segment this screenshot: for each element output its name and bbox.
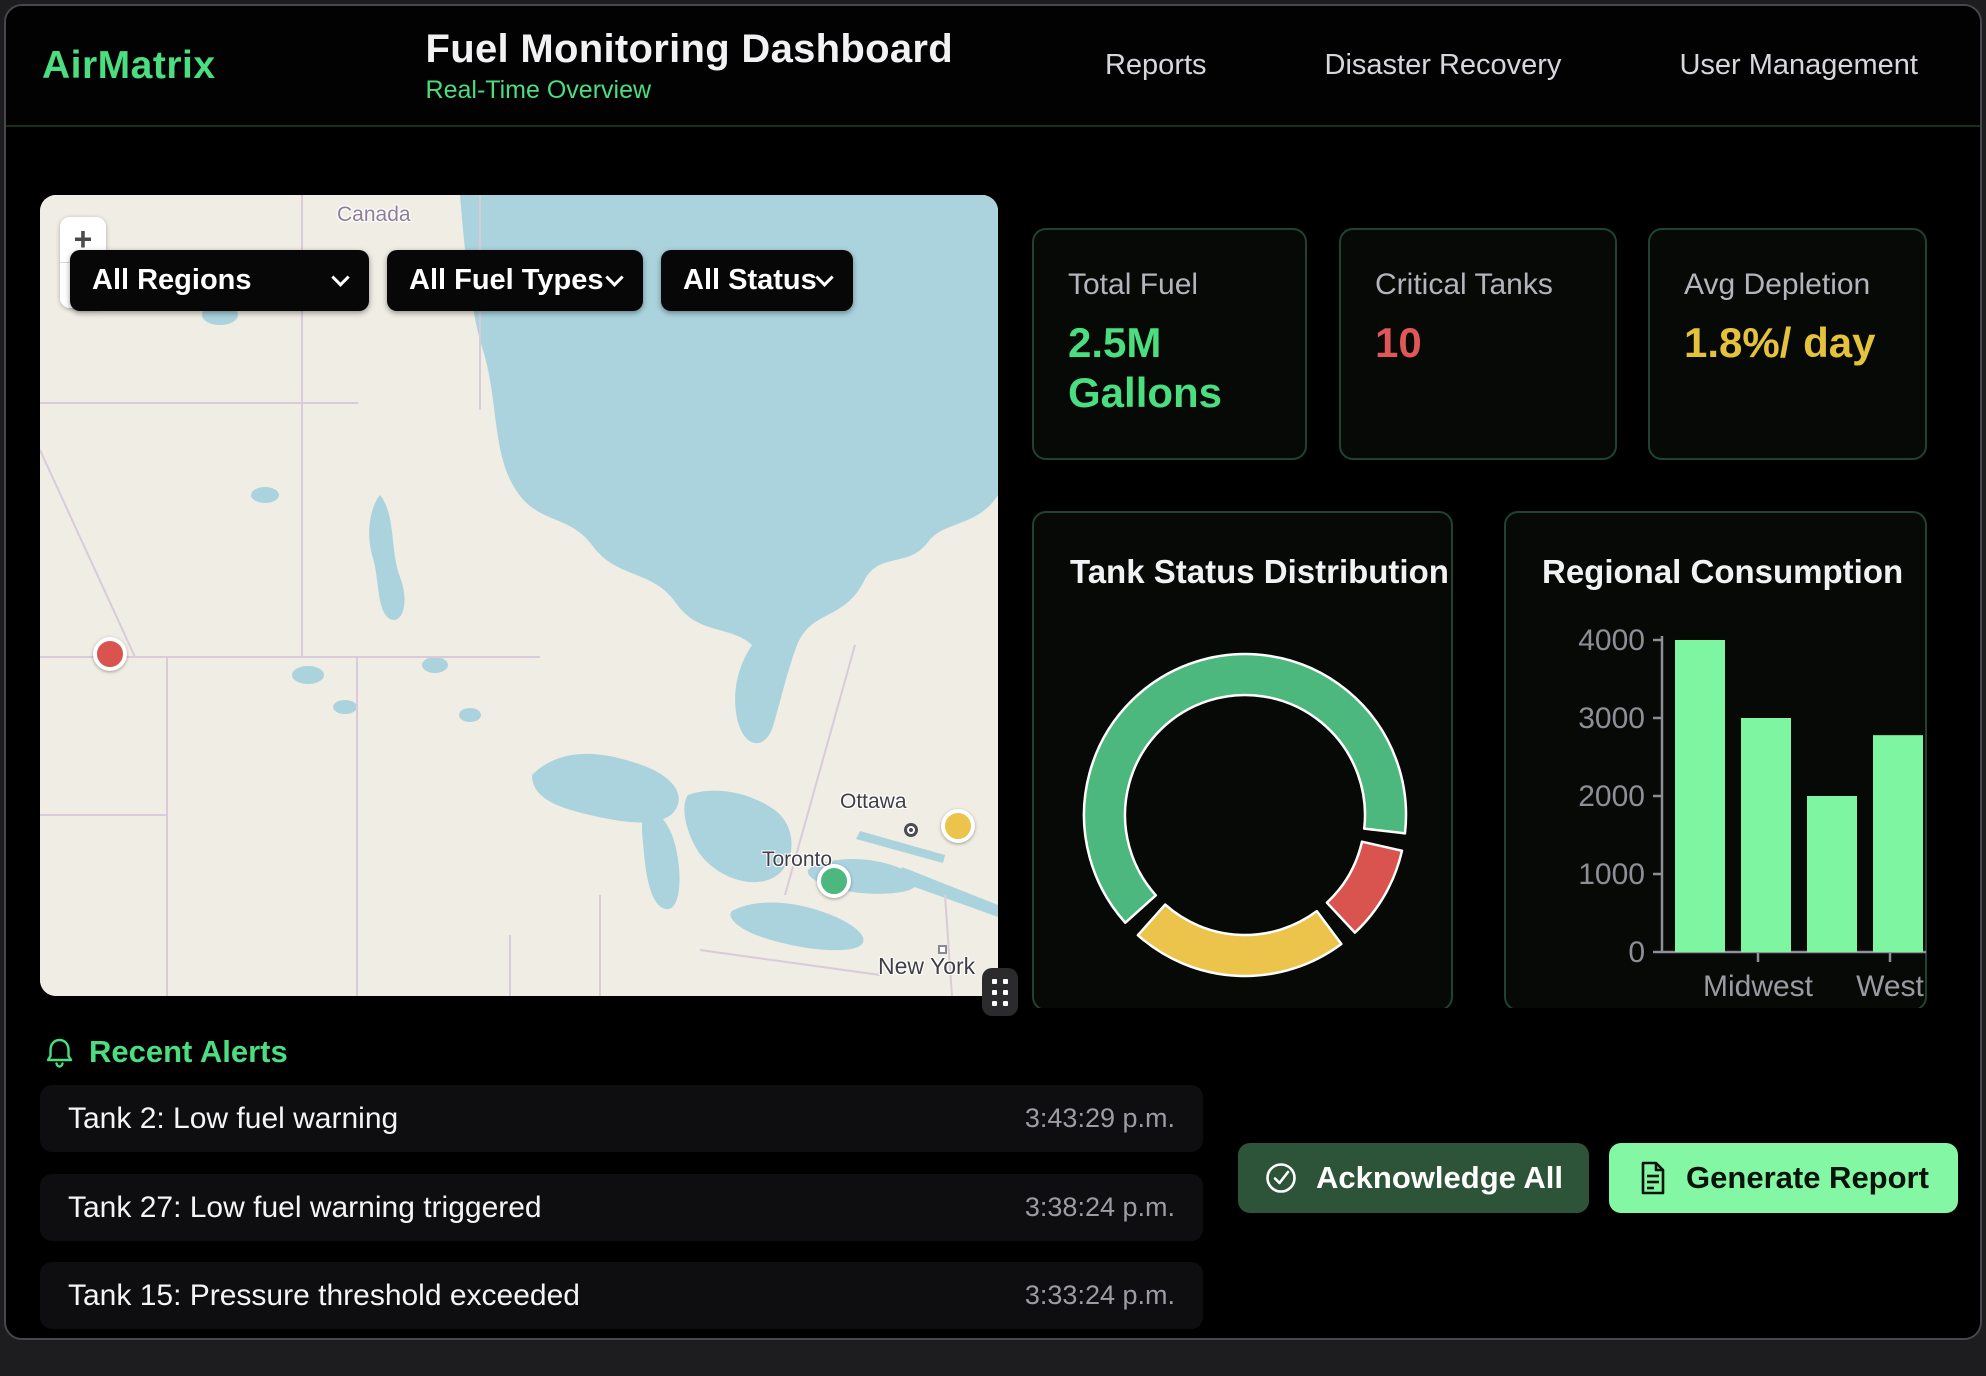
x-tick-label: West xyxy=(1856,970,1924,1003)
page-title: Fuel Monitoring Dashboard xyxy=(426,27,953,72)
chevron-down-icon xyxy=(815,268,833,286)
stat-label: Total Fuel xyxy=(1068,268,1271,302)
map-filter-row: All Regions All Fuel Types All Status xyxy=(70,250,853,311)
stat-card-critical-tanks: Critical Tanks 10 xyxy=(1339,228,1617,460)
stat-value: 10 xyxy=(1375,318,1575,368)
alert-message: Tank 27: Low fuel warning triggered xyxy=(68,1191,542,1225)
alert-row[interactable]: Tank 27: Low fuel warning triggered 3:38:… xyxy=(40,1174,1203,1241)
filter-all-regions[interactable]: All Regions xyxy=(70,250,369,311)
alert-row[interactable]: Tank 2: Low fuel warning 3:43:29 p.m. xyxy=(40,1085,1203,1152)
alert-message: Tank 15: Pressure threshold exceeded xyxy=(68,1279,580,1313)
alert-row[interactable]: Tank 15: Pressure threshold exceeded 3:33… xyxy=(40,1262,1203,1329)
y-tick-label: 1000 xyxy=(1578,858,1645,891)
filter-selected-value: All Fuel Types xyxy=(409,264,603,297)
tank-marker-warning[interactable] xyxy=(941,809,975,843)
check-circle-icon xyxy=(1264,1161,1298,1195)
alert-message: Tank 2: Low fuel warning xyxy=(68,1102,398,1136)
generate-report-label: Generate Report xyxy=(1686,1160,1929,1196)
map-label-new-york: New York xyxy=(878,953,975,980)
alerts-heading: Recent Alerts xyxy=(46,1034,288,1070)
donut-chart-title: Tank Status Distribution xyxy=(1070,553,1449,591)
donut-segment-yellow[interactable] xyxy=(1138,905,1341,976)
stat-card-total-fuel: Total Fuel 2.5M Gallons xyxy=(1032,228,1307,460)
stat-value: 2.5M Gallons xyxy=(1068,318,1268,417)
y-tick-label: 3000 xyxy=(1578,702,1645,735)
stat-label: Avg Depletion xyxy=(1684,268,1891,302)
bell-icon xyxy=(46,1037,73,1068)
map-resize-handle[interactable] xyxy=(982,968,1018,1016)
tank-marker-critical[interactable] xyxy=(93,637,127,671)
y-tick-label: 0 xyxy=(1628,936,1645,969)
nav-item-disaster-recovery[interactable]: Disaster Recovery xyxy=(1325,49,1562,82)
map-label-canada: Canada xyxy=(337,203,411,227)
nav-item-user-management[interactable]: User Management xyxy=(1679,49,1918,82)
alert-timestamp: 3:43:29 p.m. xyxy=(1025,1103,1175,1134)
bar-3[interactable] xyxy=(1873,735,1923,952)
ottawa-town-icon xyxy=(904,823,918,837)
y-tick-label: 2000 xyxy=(1578,780,1645,813)
brand-logo: AirMatrix xyxy=(42,44,216,88)
filter-all-status[interactable]: All Status xyxy=(661,250,853,311)
page-subtitle: Real-Time Overview xyxy=(426,76,953,105)
regional-consumption-card: Regional Consumption 0 1000 2000 3000 4000 Mi… xyxy=(1504,511,1927,1011)
nav-item-reports[interactable]: Reports xyxy=(1105,49,1207,82)
filter-all-fuel-types[interactable]: All Fuel Types xyxy=(387,250,643,311)
map-label-ottawa: Ottawa xyxy=(840,790,907,814)
bar-1[interactable] xyxy=(1741,718,1791,952)
y-tick-label: 4000 xyxy=(1578,624,1645,657)
header: AirMatrix Fuel Monitoring Dashboard Real… xyxy=(6,6,1980,127)
document-icon xyxy=(1638,1160,1668,1196)
filter-selected-value: All Regions xyxy=(92,264,252,297)
bar-2[interactable] xyxy=(1807,796,1857,952)
alert-timestamp: 3:33:24 p.m. xyxy=(1025,1280,1175,1311)
bar-chart-title: Regional Consumption xyxy=(1542,553,1903,591)
tank-status-card: Tank Status Distribution xyxy=(1032,511,1453,1011)
chevron-down-icon xyxy=(331,268,349,286)
bar-0[interactable] xyxy=(1675,640,1725,952)
donut-segment-red[interactable] xyxy=(1327,842,1402,933)
recent-alerts-section: Recent Alerts Tank 2: Low fuel warning 3:… xyxy=(6,1008,1980,1340)
map-terrain xyxy=(40,195,998,996)
title-block: Fuel Monitoring Dashboard Real-Time Over… xyxy=(426,27,953,105)
stat-label: Critical Tanks xyxy=(1375,268,1581,302)
main-nav: Reports Disaster Recovery User Management xyxy=(1105,49,1918,82)
tank-marker-normal[interactable] xyxy=(817,864,851,898)
dashboard-app: AirMatrix Fuel Monitoring Dashboard Real… xyxy=(4,4,1982,1340)
generate-report-button[interactable]: Generate Report xyxy=(1609,1143,1958,1213)
filter-selected-value: All Status xyxy=(683,264,817,297)
fuel-map[interactable]: Canada Ottawa Toronto New York + − All R… xyxy=(40,195,998,996)
stat-value: 1.8%/ day xyxy=(1684,318,1884,368)
stat-card-avg-depletion: Avg Depletion 1.8%/ day xyxy=(1648,228,1927,460)
acknowledge-all-label: Acknowledge All xyxy=(1316,1160,1563,1196)
x-tick-label: Midwest xyxy=(1703,970,1814,1003)
alerts-heading-text: Recent Alerts xyxy=(89,1034,288,1070)
alert-timestamp: 3:38:24 p.m. xyxy=(1025,1192,1175,1223)
chevron-down-icon xyxy=(605,268,623,286)
acknowledge-all-button[interactable]: Acknowledge All xyxy=(1238,1143,1589,1213)
